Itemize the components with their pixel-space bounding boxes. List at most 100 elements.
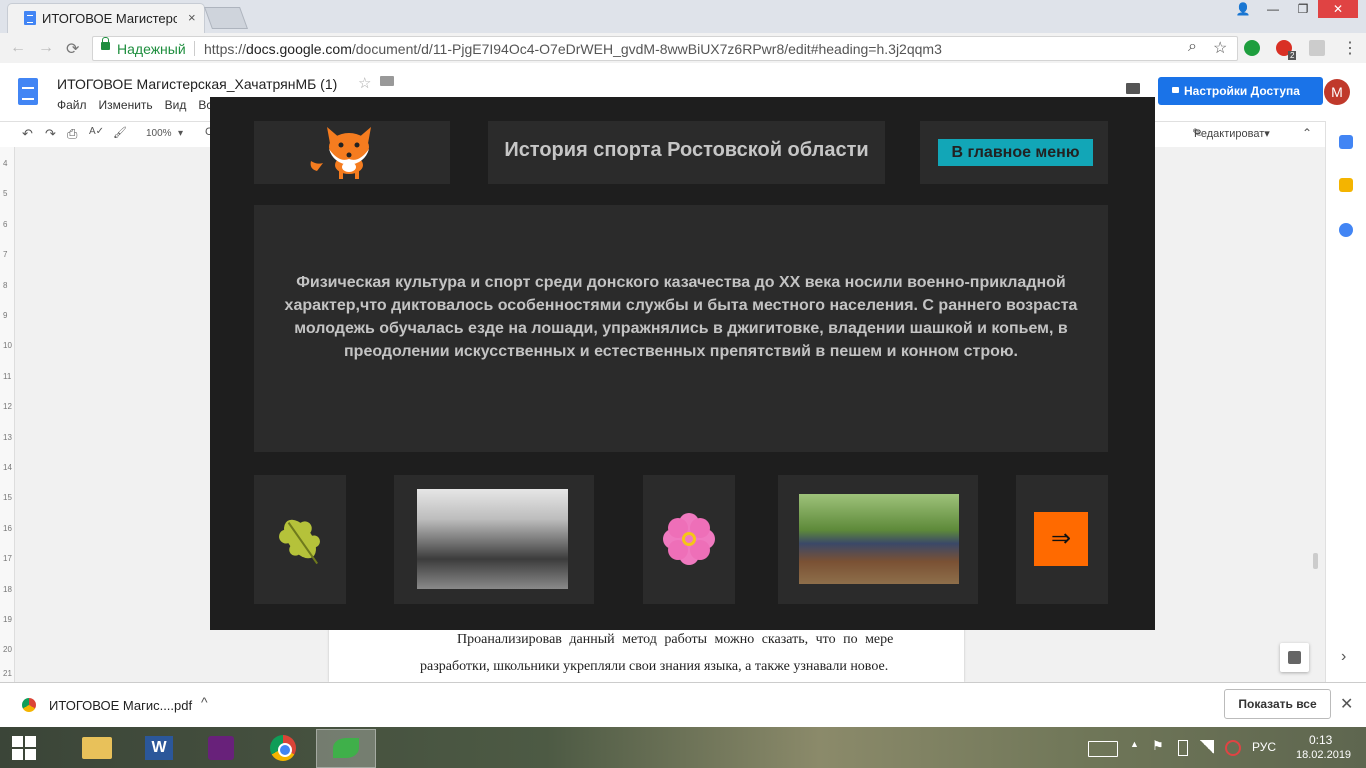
ruler-number: 16 [3, 524, 12, 533]
edit-mode-select[interactable]: Редактироват▾ [1194, 127, 1270, 140]
logo-panel [254, 121, 450, 184]
ruler-number: 19 [3, 615, 12, 624]
extension-gray-icon[interactable] [1309, 40, 1325, 56]
minimize-button[interactable]: — [1258, 0, 1288, 18]
language-indicator[interactable]: РУС [1252, 740, 1276, 754]
back-icon[interactable]: ← [10, 39, 26, 57]
forward-icon[interactable]: → [38, 39, 54, 57]
download-options-icon[interactable]: ^ [201, 694, 208, 710]
menu-edit[interactable]: Изменить [99, 98, 153, 112]
explore-button[interactable] [1280, 643, 1309, 672]
leaf-app-icon [333, 738, 359, 758]
action-center-flag-icon[interactable]: ⚑ [1152, 738, 1164, 754]
next-button[interactable]: ⇒ [1034, 512, 1088, 566]
new-tab-button[interactable] [203, 7, 249, 29]
ruler-number: 7 [3, 250, 8, 259]
cossack-riders-photo [799, 494, 959, 584]
windows-start-icon[interactable] [12, 736, 36, 760]
browser-tab-strip: ИТОГОВОЕ Магистерска × 👤 — ❐ ✕ [0, 0, 1366, 33]
document-body-line: Проанализировав данный метод работы можн… [457, 632, 894, 647]
taskbar-visual-studio[interactable] [192, 729, 250, 766]
volume-muted-icon[interactable] [1225, 740, 1241, 756]
leaf-panel[interactable] [254, 475, 346, 604]
print-icon[interactable]: ⎙ [67, 126, 77, 142]
photo-panel[interactable] [394, 475, 594, 604]
docs-logo-icon[interactable] [18, 78, 38, 105]
tab-title: ИТОГОВОЕ Магистерска [42, 11, 177, 26]
sports-history-app: История спорта Ростовской области В глав… [210, 97, 1155, 630]
menu-file[interactable]: Файл [57, 98, 87, 112]
zoom-select[interactable]: 100% [146, 128, 172, 139]
paint-format-icon[interactable]: 🖌 [113, 126, 127, 139]
star-icon[interactable]: ☆ [358, 74, 371, 92]
next-panel: ⇒ [1016, 475, 1108, 604]
zoom-dropdown-icon[interactable]: ▾ [178, 128, 183, 139]
chrome-menu-icon[interactable]: ⋮ [1342, 38, 1358, 58]
tab-close-icon[interactable]: × [188, 10, 196, 25]
calendar-icon[interactable] [1339, 135, 1353, 149]
ruler-number: 5 [3, 189, 8, 198]
document-title[interactable]: ИТОГОВОЕ Магистерская_ХачатрянМБ (1) [57, 76, 337, 92]
clock-date[interactable]: 18.02.2019 [1296, 749, 1351, 761]
undo-icon[interactable]: ↶ [22, 126, 33, 142]
main-menu-button[interactable]: В главное меню [938, 139, 1093, 166]
spellcheck-icon[interactable]: A✓ [89, 126, 104, 137]
menu-view[interactable]: Вид [165, 98, 187, 112]
keep-icon[interactable] [1339, 178, 1353, 192]
clock-time[interactable]: 0:13 [1309, 733, 1332, 747]
scrollbar-thumb[interactable] [1313, 553, 1318, 569]
flower-panel[interactable] [643, 475, 735, 604]
cossack-cavalry-photo [417, 489, 568, 589]
keyboard-icon[interactable] [1088, 741, 1118, 757]
network-signal-icon[interactable] [1200, 740, 1214, 754]
zoom-icon[interactable]: ⌕ [1188, 38, 1197, 56]
ruler-number: 15 [3, 493, 12, 502]
taskbar-explorer[interactable] [68, 729, 126, 766]
show-all-button[interactable]: Показать все [1224, 689, 1331, 719]
close-download-bar-icon[interactable]: ✕ [1340, 694, 1353, 714]
close-window-button[interactable]: ✕ [1318, 0, 1358, 18]
ruler-number: 13 [3, 433, 12, 442]
taskbar-word[interactable]: W [130, 729, 188, 766]
chrome-center-icon [278, 743, 292, 757]
ruler-number: 12 [3, 402, 12, 411]
url-text[interactable]: https://docs.google.com/document/d/11-Pj… [204, 41, 942, 57]
fox-logo-icon [310, 127, 371, 179]
docs-menubar: Файл Изменить Вид Вст [57, 98, 218, 112]
content-panel: Физическая культура и спорт среди донско… [254, 205, 1108, 452]
collapse-icon[interactable]: ⌃ [1302, 126, 1312, 140]
extension-check-icon[interactable] [1244, 40, 1260, 56]
tasks-icon[interactable] [1339, 223, 1353, 237]
page-title: История спорта Ростовской области [504, 139, 869, 161]
battery-icon[interactable] [1178, 740, 1188, 756]
download-bar: ИТОГОВОЕ Магис....pdf ^ Показать все ✕ [0, 682, 1366, 728]
address-bar[interactable]: Надежный https://docs.google.com/documen… [92, 36, 1238, 61]
redo-icon[interactable]: ↷ [45, 126, 56, 142]
visual-studio-icon [208, 736, 234, 760]
word-icon: W [145, 736, 173, 760]
content-text: Физическая культура и спорт среди донско… [284, 274, 1078, 360]
ruler-number: 10 [3, 341, 12, 350]
ruler-number: 20 [3, 645, 12, 654]
taskbar-chrome[interactable] [254, 729, 312, 766]
download-item[interactable]: ИТОГОВОЕ Магис....pdf [49, 698, 192, 713]
tray-expand-icon[interactable]: ▲ [1130, 739, 1139, 749]
comments-icon[interactable] [1126, 83, 1140, 94]
ruler-number: 18 [3, 585, 12, 594]
photo-panel[interactable] [778, 475, 978, 604]
chrome-file-icon [22, 698, 36, 712]
browser-tab-active[interactable]: ИТОГОВОЕ Магистерска × [8, 4, 204, 33]
window-user-icon[interactable]: 👤 [1228, 0, 1258, 18]
reload-icon[interactable]: ⟳ [66, 39, 79, 59]
document-body-line: разработки, школьники укрепляли свои зна… [420, 659, 889, 674]
bookmark-star-icon[interactable]: ☆ [1213, 38, 1227, 58]
url-prefix: https:// [204, 41, 247, 57]
share-button[interactable]: Настройки Доступа [1158, 77, 1323, 105]
taskbar-leaf-app[interactable] [316, 729, 376, 768]
folder-icon[interactable] [380, 76, 394, 86]
avatar[interactable]: M [1324, 79, 1350, 105]
expand-panel-icon[interactable]: › [1341, 648, 1346, 666]
restore-button[interactable]: ❐ [1288, 0, 1318, 18]
url-path: /document/d/11-PjgE7I94Oc4-O7eDrWEH_gvdM… [351, 41, 942, 57]
address-separator [194, 41, 195, 56]
